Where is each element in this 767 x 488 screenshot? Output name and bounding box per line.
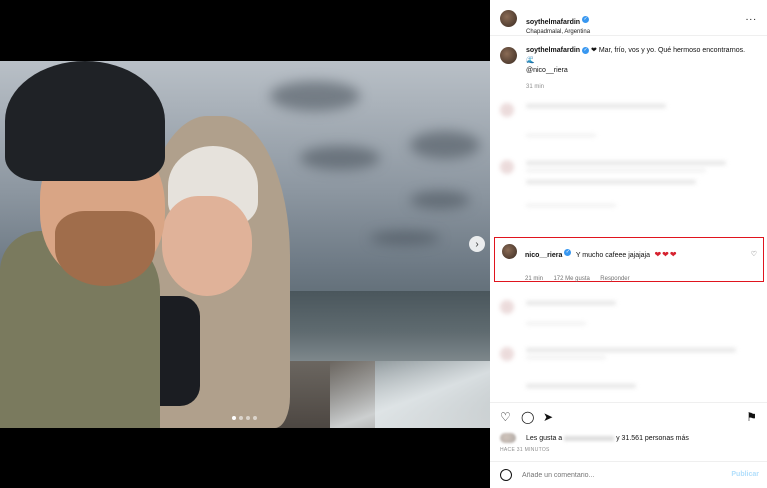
carousel-next-icon[interactable]: › [469, 236, 485, 252]
liker-avatars [500, 433, 516, 443]
comment-like-icon[interactable]: ♡ [751, 250, 757, 258]
verified-badge-icon: ✓ [564, 249, 572, 257]
share-paper-plane-icon[interactable]: ➤ [543, 411, 553, 423]
carousel-dot [253, 416, 257, 420]
post-header: soythelmafardin ✓ Chapadmalal, Argentina … [490, 0, 767, 36]
comment-likes[interactable]: 172 Me gusta [553, 276, 589, 282]
carousel-indicator [232, 416, 257, 420]
likes-prefix: Les gusta a [526, 435, 563, 442]
post-time-ago: HACE 31 MINUTOS [500, 447, 550, 453]
save-bookmark-icon[interactable]: ⚑ [746, 411, 757, 423]
man-figure [0, 61, 175, 428]
comment-bubble-icon[interactable]: ◯ [521, 411, 534, 423]
verified-badge-icon: ✓ [582, 46, 590, 54]
cloud-shape [300, 146, 380, 170]
cloud-shape [370, 231, 440, 245]
comment-hearts: ❤❤❤ [654, 250, 678, 259]
author-avatar[interactable] [500, 10, 517, 27]
like-heart-icon[interactable]: ♡ [500, 411, 511, 423]
comment-text: Y mucho cafeee jajajaja [575, 252, 651, 259]
add-comment-bar: Publicar [490, 461, 767, 488]
caption-author-avatar[interactable] [500, 47, 517, 64]
blurred-comment [500, 101, 755, 137]
likes-summary[interactable]: Les gusta a y 31.561 personas más [526, 435, 689, 442]
cloud-shape [410, 191, 470, 209]
commenter-username[interactable]: nico__riera [525, 252, 562, 259]
blurred-comment [500, 158, 755, 176]
comment-input[interactable] [522, 469, 712, 482]
likes-suffix: y 31.561 personas más [616, 435, 689, 442]
post-media-pane: › [0, 0, 490, 488]
wave-foam [330, 361, 490, 428]
reply-button[interactable]: Responder [600, 276, 629, 282]
caption-timestamp: 31 min [526, 84, 545, 90]
cloud-shape [270, 81, 360, 111]
comment-time: 21 min [525, 276, 544, 282]
post-caption: soythelmafardin ✓ ❤ Mar, frío, vos y yo. … [526, 46, 751, 92]
carousel-dot [239, 416, 243, 420]
blurred-comment [500, 298, 755, 325]
publish-button[interactable]: Publicar [731, 471, 759, 478]
post-details-panel: soythelmafardin ✓ Chapadmalal, Argentina … [490, 0, 767, 488]
commenter-avatar[interactable] [502, 244, 517, 259]
cloud-shape [410, 131, 480, 159]
blurred-username [564, 435, 615, 441]
blurred-comment [500, 378, 755, 396]
blurred-comment [500, 180, 755, 207]
verified-badge-icon: ✓ [582, 16, 590, 24]
more-options-icon[interactable]: ... [746, 12, 757, 23]
carousel-dot [246, 416, 250, 420]
blurred-comment [500, 345, 755, 363]
caption-mention[interactable]: @nico__riera [526, 67, 568, 74]
emoji-icon[interactable] [500, 469, 512, 481]
post-actions-bar: ♡ ◯ ➤ ⚑ [490, 402, 767, 430]
post-location[interactable]: Chapadmalal, Argentina [526, 29, 590, 35]
author-username[interactable]: soythelmafardin [526, 19, 580, 26]
post-photo[interactable]: › [0, 61, 490, 428]
caption-username[interactable]: soythelmafardin [526, 47, 580, 54]
highlighted-comment: nico__riera ✓ Y mucho cafeee jajajaja ❤❤❤… [494, 237, 764, 282]
carousel-dot [232, 416, 236, 420]
